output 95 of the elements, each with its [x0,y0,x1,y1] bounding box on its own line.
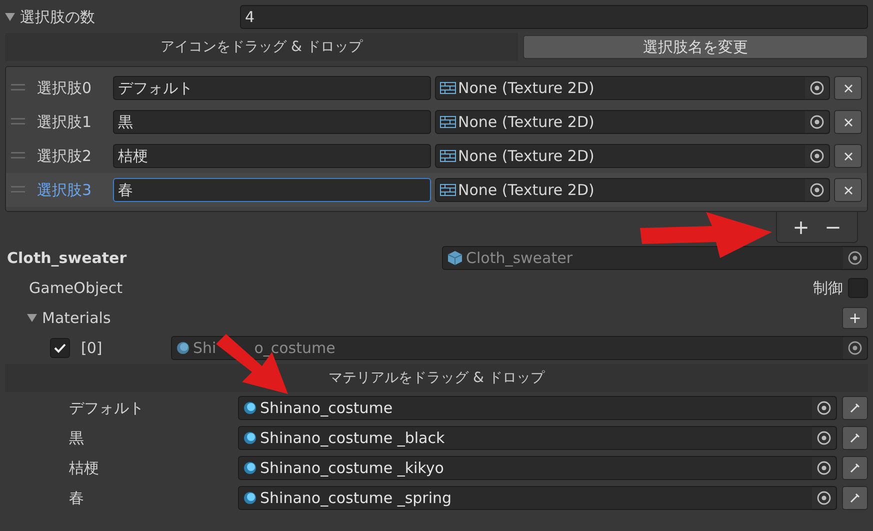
remove-button[interactable] [834,76,862,100]
eyedropper-button[interactable] [842,396,868,420]
object-picker-icon[interactable] [805,145,829,167]
list-row[interactable]: 選択肢0 デフォルト None (Texture 2D) [6,71,867,105]
material-value: Shinano_costume _kikyo [260,459,445,477]
remove-button[interactable]: − [819,214,847,240]
name-field[interactable]: 桔梗 [113,144,431,168]
add-button[interactable]: + [842,307,868,329]
material-field[interactable]: Shinano_costume _spring [238,486,837,510]
eyedropper-button[interactable] [842,486,868,510]
triangle-icon[interactable] [5,12,15,22]
texture-icon [440,150,456,162]
close-icon [844,84,852,92]
object-picker-icon[interactable] [812,457,836,479]
texture-icon [440,82,456,94]
object-value: Cloth_sweater [466,249,574,267]
choice-label: 黒 [68,428,85,448]
choice-label: 選択肢1 [37,112,93,132]
object-picker-icon[interactable] [812,487,836,509]
field-label: 選択肢の数 [20,8,95,26]
choice-label: 春 [68,488,85,508]
number-field[interactable]: 4 [240,5,868,29]
field-label: GameObject [28,279,124,297]
list-row[interactable]: 選択肢3 春 None (Texture 2D) [6,173,867,207]
object-field[interactable]: Cloth_sweater [442,246,868,270]
texture-value: None (Texture 2D) [458,79,596,97]
choice-label: 桔梗 [68,458,100,478]
texture-field[interactable]: None (Texture 2D) [435,110,830,134]
cube-icon [447,250,463,266]
drag-handle-icon[interactable] [11,118,25,126]
object-picker-icon[interactable] [805,111,829,133]
texture-icon [440,184,456,196]
object-picker-icon[interactable] [812,427,836,449]
field-label: Materials [42,309,111,327]
texture-field[interactable]: None (Texture 2D) [435,76,830,100]
checkbox[interactable] [50,338,70,358]
material-value: Shi [193,339,216,357]
material-field[interactable]: Shinano_costume [238,396,837,420]
object-picker-icon[interactable] [843,337,867,359]
close-icon [844,186,852,194]
material-field[interactable]: Shi o_costume [171,336,868,360]
texture-field[interactable]: None (Texture 2D) [435,178,830,202]
toggle-label: 制御 [813,278,843,298]
sphere-icon [176,341,190,355]
material-value: o_costume [254,339,336,357]
element-label: [0] [80,339,104,357]
object-picker-icon[interactable] [812,397,836,419]
drag-handle-icon[interactable] [11,186,25,194]
object-picker-icon[interactable] [805,77,829,99]
sphere-icon [243,431,257,445]
drop-area[interactable]: アイコンをドラッグ & ドロップ [5,33,518,61]
drag-handle-icon[interactable] [11,152,25,160]
name-field[interactable]: 黒 [113,110,431,134]
sphere-icon [243,461,257,475]
rename-button[interactable]: 選択肢名を変更 [523,35,868,59]
eyedropper-button[interactable] [842,456,868,480]
remove-button[interactable] [834,110,862,134]
checkbox[interactable] [848,278,868,298]
eyedropper-icon [850,433,860,443]
material-field[interactable]: Shinano_costume _black [238,426,837,450]
sphere-icon [243,491,257,505]
material-field[interactable]: Shinano_costume _kikyo [238,456,837,480]
sphere-icon [243,401,257,415]
list-row[interactable]: 選択肢2 桔梗 None (Texture 2D) [6,139,867,173]
checkmark-icon [54,343,66,353]
choice-label: デフォルト [68,398,145,418]
close-icon [844,152,852,160]
drop-area[interactable]: マテリアルをドラッグ & ドロップ [5,364,868,392]
eyedropper-icon [850,493,860,503]
choice-label: 選択肢2 [37,146,93,166]
object-title: Cloth_sweater [6,249,128,267]
eyedropper-button[interactable] [842,426,868,450]
drag-handle-icon[interactable] [11,84,25,92]
choice-label: 選択肢0 [37,78,93,98]
remove-button[interactable] [834,178,862,202]
texture-value: None (Texture 2D) [458,147,596,165]
texture-icon [440,116,456,128]
texture-field[interactable]: None (Texture 2D) [435,144,830,168]
eyedropper-icon [850,403,860,413]
triangle-icon[interactable] [27,313,37,323]
eyedropper-icon [850,463,860,473]
material-value: Shinano_costume _black [260,429,446,447]
remove-button[interactable] [834,144,862,168]
close-icon [844,118,852,126]
name-field[interactable]: 春 [113,178,431,202]
object-picker-icon[interactable] [843,247,867,269]
list-row[interactable]: 選択肢1 黒 None (Texture 2D) [6,105,867,139]
choice-label: 選択肢3 [37,180,93,200]
material-value: Shinano_costume _spring [260,489,453,507]
texture-value: None (Texture 2D) [458,113,596,131]
texture-value: None (Texture 2D) [458,181,596,199]
name-field[interactable]: デフォルト [113,76,431,100]
object-picker-icon[interactable] [805,179,829,201]
material-value: Shinano_costume [260,399,394,417]
add-button[interactable]: + [787,214,815,240]
